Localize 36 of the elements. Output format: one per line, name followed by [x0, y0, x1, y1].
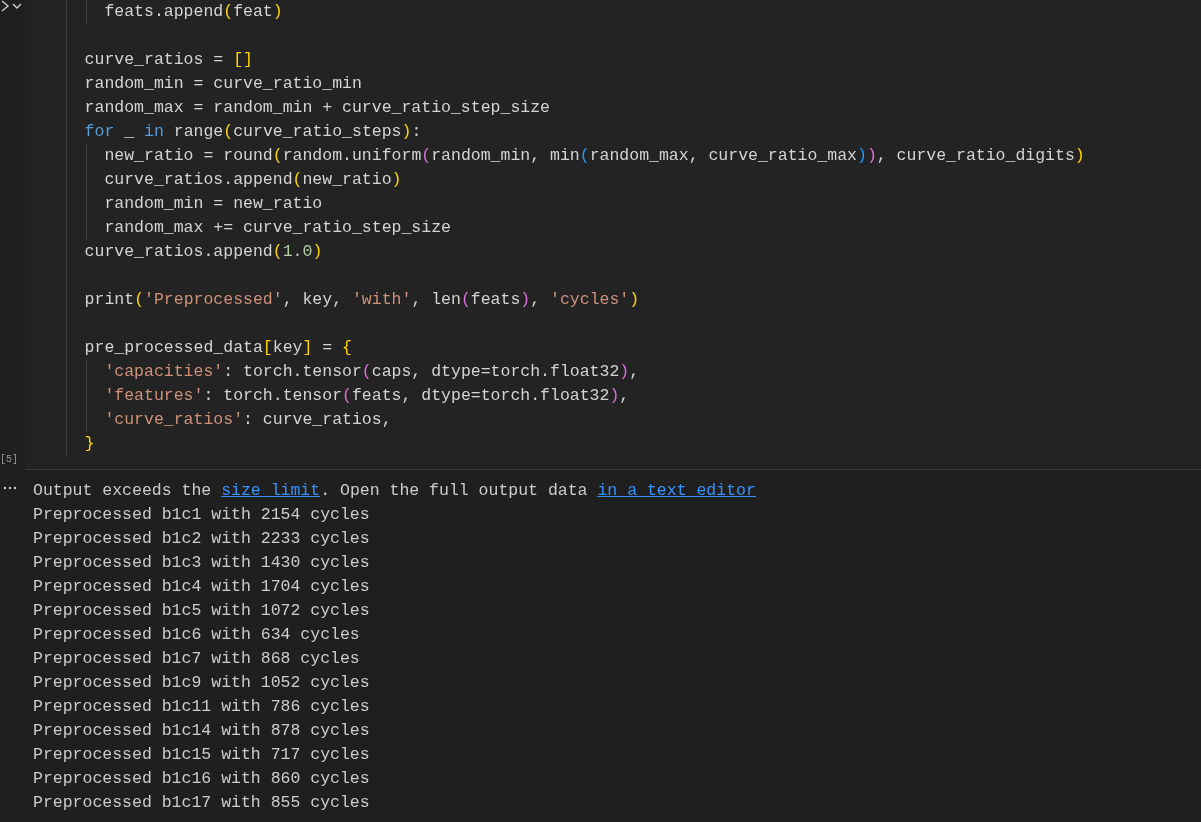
code-line: feats.append(feat): [45, 0, 1201, 24]
code-line: pre_processed_data[key] = {: [45, 312, 1201, 360]
code-line: for _ in range(curve_ratio_steps):: [45, 120, 1201, 144]
chevron-down-icon[interactable]: [12, 2, 22, 10]
code-line: random_max += curve_ratio_step_size: [45, 216, 1201, 240]
code-line: curve_ratios.append(new_ratio): [45, 168, 1201, 192]
output-line: Preprocessed b1c7 with 868 cycles: [33, 648, 361, 670]
code-line: curve_ratios.append(1.0): [45, 240, 1201, 264]
code-line: 'curve_ratios': curve_ratios,: [45, 408, 1201, 432]
code-line: random_min = curve_ratio_min: [45, 72, 1201, 96]
code-line: 'features': torch.tensor(feats, dtype=torch.float32),: [45, 384, 1201, 408]
output-line: Preprocessed b1c14 with 878 cycles: [33, 720, 371, 742]
output-line: Preprocessed b1c6 with 634 cycles: [33, 624, 361, 646]
code-line: 'capacities': torch.tensor(caps, dtype=torch.float32),: [45, 360, 1201, 384]
code-line: print('Preprocessed', key, 'with', len(feats), 'cycles'): [45, 264, 1201, 312]
output-line: Preprocessed b1c1 with 2154 cycles: [33, 504, 371, 526]
ellipsis-icon[interactable]: [3, 486, 17, 490]
output-line: Preprocessed b1c15 with 717 cycles: [33, 744, 371, 766]
output-line: Preprocessed b1c9 with 1052 cycles: [33, 672, 371, 694]
output-line: Preprocessed b1c2 with 2233 cycles: [33, 528, 371, 550]
code-line: random_max = random_min + curve_ratio_step_size: [45, 96, 1201, 120]
code-line: random_min = new_ratio: [45, 192, 1201, 216]
output-notice: Output exceeds the size limit. Open the full output data in a text editor: [33, 480, 757, 502]
code-line: curve_ratios = []: [45, 24, 1201, 72]
output-line: Preprocessed b1c5 with 1072 cycles: [33, 600, 371, 622]
output-line: Preprocessed b1c11 with 786 cycles: [33, 696, 371, 718]
output-line: Preprocessed b1c3 with 1430 cycles: [33, 552, 371, 574]
output-line: Preprocessed b1c4 with 1704 cycles: [33, 576, 371, 598]
code-line: new_ratio = round(random.uniform(random_min, min(random_max, curve_ratio_max)), curve_ratio_digits): [45, 144, 1201, 168]
output-line: Preprocessed b1c17 with 855 cycles: [33, 792, 371, 814]
execution-count: [5]: [0, 454, 18, 466]
output-line: Preprocessed b1c16 with 860 cycles: [33, 768, 371, 790]
chevron-right-icon[interactable]: [0, 0, 10, 12]
output-link[interactable]: size limit: [221, 481, 321, 500]
code-line: }: [45, 432, 1201, 456]
output-link[interactable]: in a text editor: [597, 481, 756, 500]
